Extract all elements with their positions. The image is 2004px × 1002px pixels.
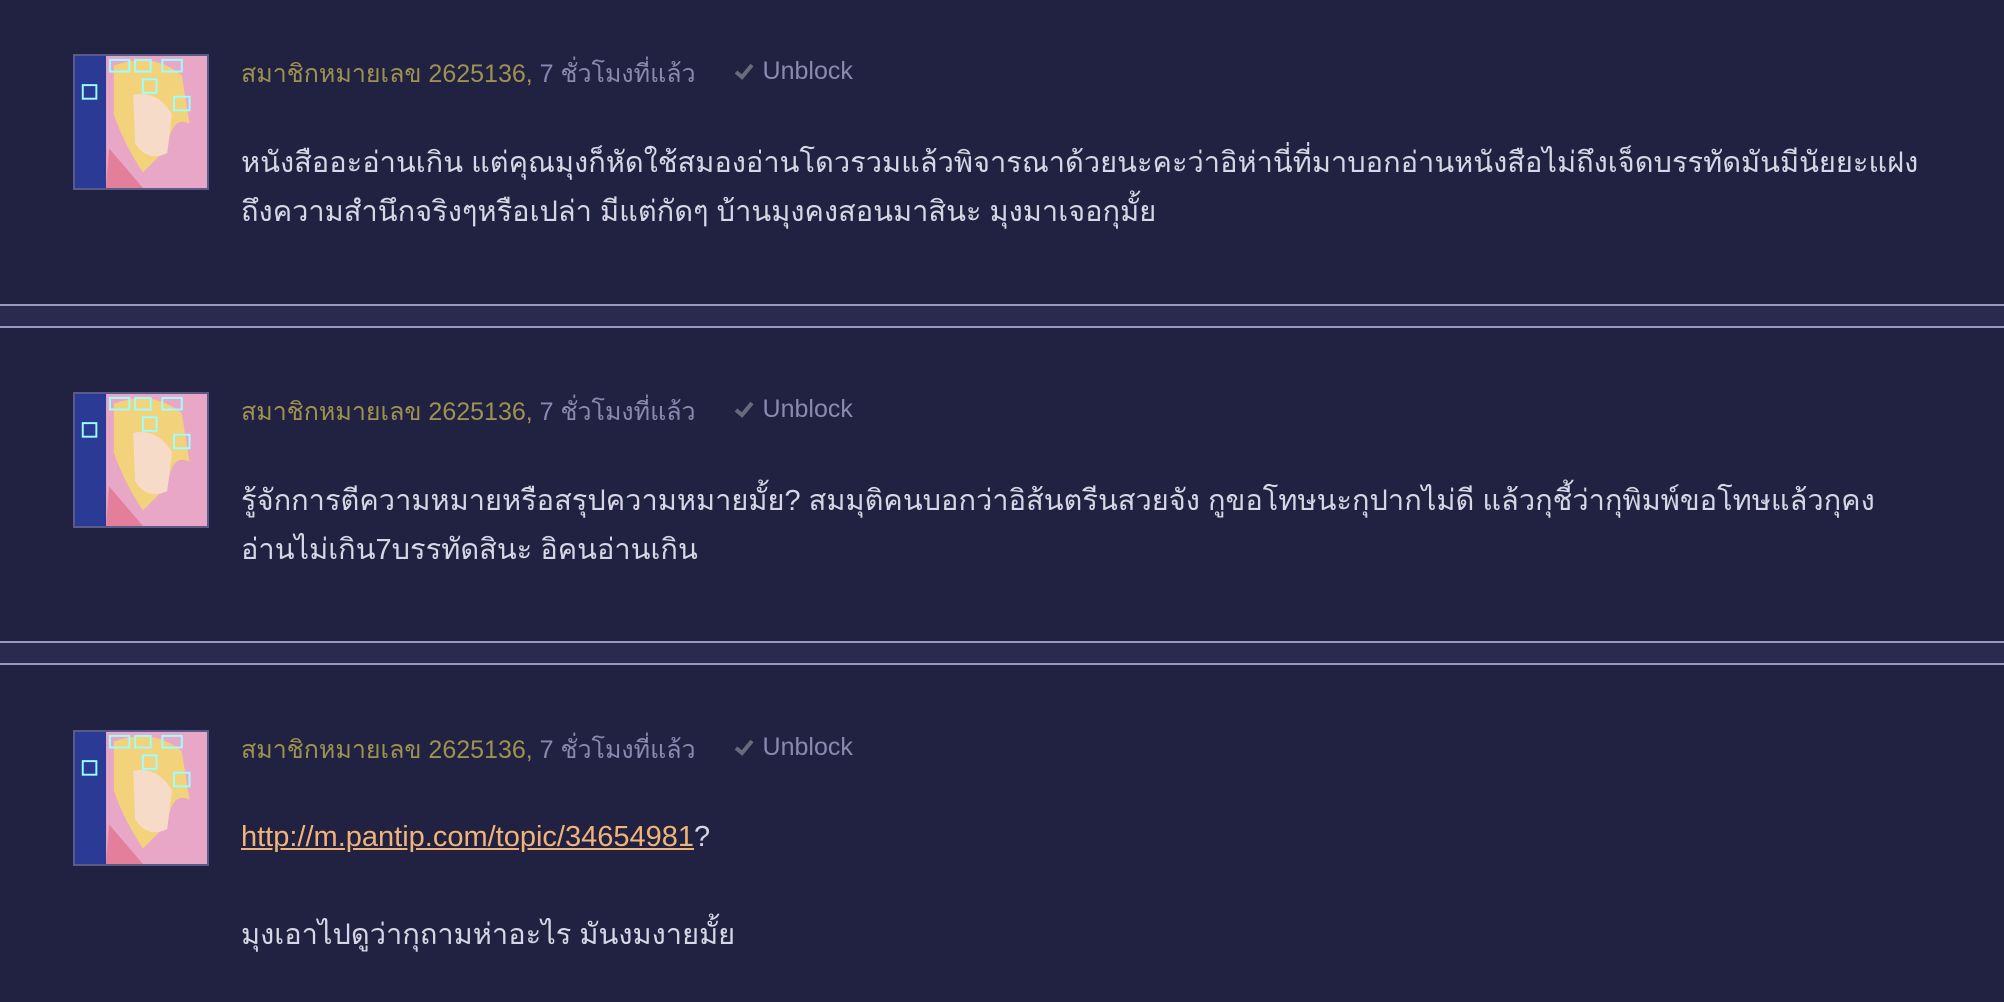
comment-meta: สมาชิกหมายเลข 2625136, 7 ชั่วโมงที่แล้ว …: [241, 394, 853, 427]
check-icon: [734, 63, 754, 80]
comment-list: สมาชิกหมายเลข 2625136, 7 ชั่วโมงที่แล้ว …: [0, 0, 2004, 1002]
comment-body: หนังสืออะอ่านเกิน แต่คุณมุงก็หัดใช้สมองอ…: [241, 139, 1984, 237]
avatar-image: [75, 394, 207, 526]
comment-time: 7 ชั่วโมงที่แล้ว: [539, 60, 696, 88]
member-name[interactable]: สมาชิกหมายเลข 2625136: [241, 60, 526, 88]
comment-text-line: ถึงความสำนึกจริงๆหรือเปล่า มีแต่กัดๆ บ้า…: [241, 196, 1157, 228]
topic-link[interactable]: http://m.pantip.com/topic/34654981: [241, 821, 694, 853]
avatar[interactable]: [73, 730, 209, 866]
unblock-label: Unblock: [762, 395, 853, 423]
comment-body: http://m.pantip.com/topic/34654981? มุงเ…: [241, 813, 1984, 960]
comment-text-line: หนังสืออะอ่านเกิน แต่คุณมุงก็หัดใช้สมองอ…: [241, 147, 1919, 179]
avatar-image: [75, 732, 207, 864]
comment-text-line: มุงเอาไปดูว่ากุถามห่าอะไร มันงมงายมั้ย: [241, 919, 736, 951]
avatar-image: [75, 56, 207, 188]
avatar[interactable]: [73, 392, 209, 528]
unblock-button[interactable]: Unblock: [733, 394, 853, 424]
comment-meta: สมาชิกหมายเลข 2625136, 7 ชั่วโมงที่แล้ว …: [241, 732, 853, 765]
comment-divider: [0, 641, 2004, 665]
unblock-label: Unblock: [762, 733, 853, 761]
unblock-button[interactable]: Unblock: [733, 56, 853, 86]
member-name[interactable]: สมาชิกหมายเลข 2625136: [241, 736, 526, 764]
member-name[interactable]: สมาชิกหมายเลข 2625136: [241, 398, 526, 426]
avatar[interactable]: [73, 54, 209, 190]
meta-separator: ,: [525, 60, 533, 88]
comment-time: 7 ชั่วโมงที่แล้ว: [539, 398, 696, 426]
comment-divider: [0, 304, 2004, 328]
comment-text-line: อ่านไม่เกิน7บรรทัดสินะ อิคนอ่านเกิน: [241, 534, 698, 566]
comment-link-line: http://m.pantip.com/topic/34654981?: [241, 813, 1984, 862]
meta-separator: ,: [525, 736, 533, 764]
meta-separator: ,: [525, 398, 533, 426]
check-icon: [734, 739, 754, 756]
comment-body: รู้จักการตีความหมายหรือสรุปความหมายมั้ย?…: [241, 477, 1984, 575]
comment-text-line: รู้จักการตีความหมายหรือสรุปความหมายมั้ย?…: [241, 485, 1875, 517]
link-suffix: ?: [694, 821, 711, 853]
comment-meta: สมาชิกหมายเลข 2625136, 7 ชั่วโมงที่แล้ว …: [241, 56, 853, 89]
check-icon: [734, 401, 754, 418]
comment-time: 7 ชั่วโมงที่แล้ว: [539, 736, 696, 764]
unblock-label: Unblock: [762, 57, 853, 85]
unblock-button[interactable]: Unblock: [733, 732, 853, 762]
